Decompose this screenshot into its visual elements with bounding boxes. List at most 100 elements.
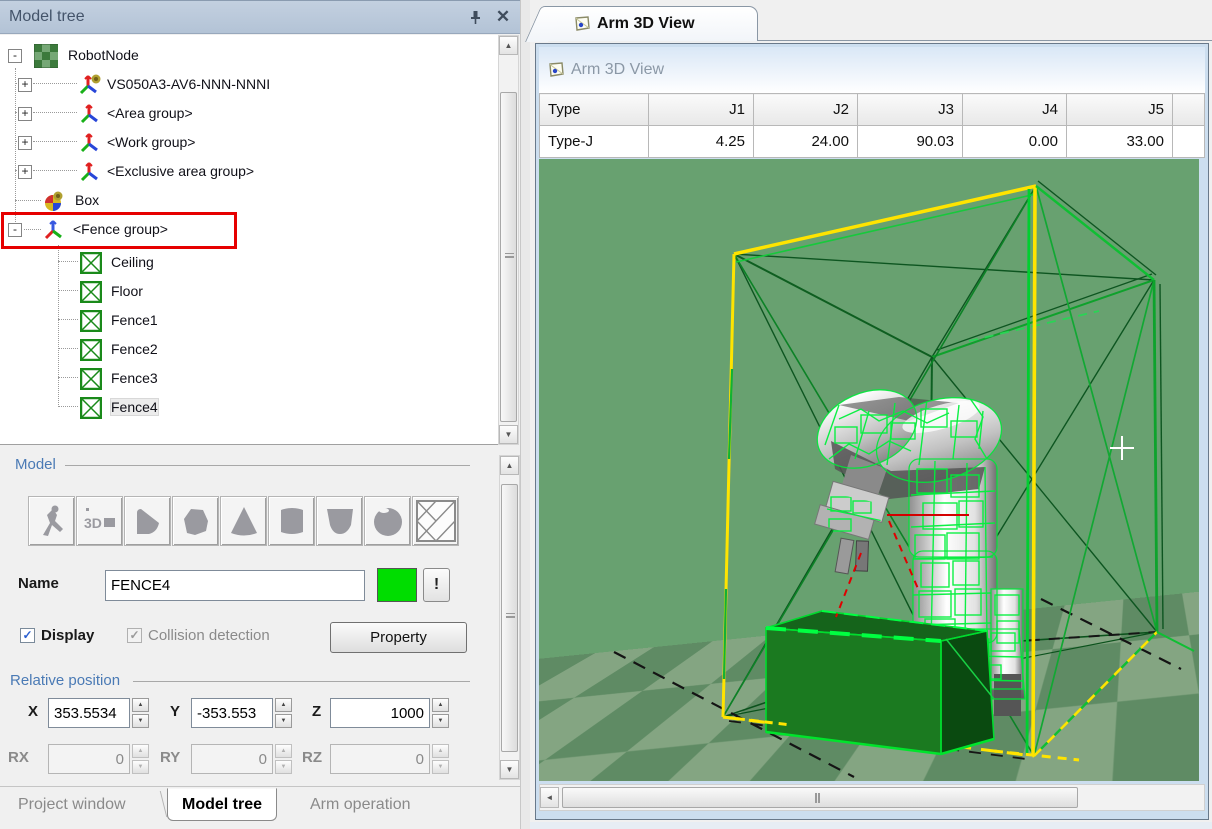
- tree-item-label[interactable]: Ceiling: [111, 254, 154, 270]
- rx-spinner: ▲▼: [132, 744, 149, 774]
- scrollbar-thumb[interactable]: [562, 787, 1078, 808]
- tab-arm-3d-view[interactable]: Arm 3D View: [546, 6, 758, 41]
- property-button[interactable]: Property: [330, 622, 467, 653]
- tree-row[interactable]: Floor: [0, 279, 498, 305]
- collision-detection-label: Collision detection: [148, 627, 270, 644]
- robot-model-button[interactable]: [28, 496, 75, 546]
- display-label: Display: [41, 627, 94, 644]
- tree-row[interactable]: - RobotNode: [0, 43, 498, 69]
- expander-expand-icon[interactable]: +: [18, 78, 32, 92]
- 3d-viewport[interactable]: [539, 159, 1199, 781]
- y-input[interactable]: [191, 698, 273, 728]
- tree-row[interactable]: Ceiling: [0, 250, 498, 276]
- tree-row[interactable]: Box: [0, 188, 498, 214]
- scroll-up-button[interactable]: ▲: [500, 456, 519, 475]
- z-spinner[interactable]: ▲▼: [432, 698, 449, 728]
- fence-model-button[interactable]: [412, 496, 459, 546]
- expander-collapse-icon[interactable]: -: [8, 49, 22, 63]
- model-color-swatch[interactable]: [377, 568, 417, 602]
- fence-panel-icon: [79, 251, 103, 275]
- robot-axis-icon: [78, 73, 102, 97]
- y-spinner[interactable]: ▲▼: [275, 698, 292, 728]
- tab-arm-operation[interactable]: Arm operation: [296, 788, 425, 821]
- scroll-down-button[interactable]: ▼: [499, 425, 518, 444]
- tree-row[interactable]: + <Work group>: [0, 130, 498, 156]
- panel-splitter[interactable]: [520, 0, 530, 829]
- 3d-import-button[interactable]: 3D: [76, 496, 123, 546]
- fence-panel-icon: [79, 367, 103, 391]
- expander-expand-icon[interactable]: +: [18, 107, 32, 121]
- tree-item-label[interactable]: Fence3: [111, 370, 158, 386]
- tree-item-label[interactable]: <Work group>: [107, 134, 195, 150]
- cell-j4: 0.00: [963, 126, 1067, 158]
- tab-project-window[interactable]: Project window: [4, 788, 140, 821]
- scroll-left-button[interactable]: ◄: [540, 787, 559, 808]
- x-input[interactable]: [48, 698, 130, 728]
- name-input[interactable]: [105, 570, 365, 601]
- tree-item-label[interactable]: Fence2: [111, 341, 158, 357]
- ry-spinner: ▲▼: [275, 744, 292, 774]
- tree-item-label-selected[interactable]: Fence4: [111, 399, 158, 415]
- tree-row[interactable]: + <Exclusive area group>: [0, 159, 498, 185]
- cell-extra: [1173, 126, 1205, 158]
- pot-model-button[interactable]: [316, 496, 363, 546]
- expander-expand-icon[interactable]: +: [18, 136, 32, 150]
- tree-item-label[interactable]: <Exclusive area group>: [107, 163, 254, 179]
- cell-j3: 90.03: [858, 126, 963, 158]
- panel-title-bar: Model tree ✕: [0, 0, 520, 34]
- y-label: Y: [170, 703, 180, 720]
- model-tree-panel: Model tree ✕: [0, 0, 520, 829]
- scrollbar-thumb[interactable]: [500, 92, 517, 422]
- tree-row[interactable]: + <Area group>: [0, 101, 498, 127]
- col-j1: J1: [649, 94, 754, 126]
- z-label: Z: [312, 703, 321, 720]
- close-icon[interactable]: ✕: [492, 6, 514, 28]
- model-tree: - RobotNode + VS050A3-AV6-NNN-NNNI + <Ar…: [0, 35, 498, 445]
- expander-expand-icon[interactable]: +: [18, 165, 32, 179]
- rz-input: [330, 744, 430, 774]
- viewport-hscrollbar[interactable]: ◄: [539, 784, 1205, 811]
- display-checkbox[interactable]: ✓: [20, 628, 35, 643]
- window-title: Arm 3D View: [571, 61, 664, 79]
- scrollbar-thumb[interactable]: [501, 484, 518, 752]
- fence-panel-icon: [79, 396, 103, 420]
- cell-j2: 24.00: [754, 126, 858, 158]
- tab-model-tree[interactable]: Model tree: [167, 788, 277, 821]
- model-section-scrollbar[interactable]: ▲ ▼: [499, 455, 520, 780]
- warning-button[interactable]: !: [423, 568, 450, 602]
- window-title-bar[interactable]: Arm 3D View: [539, 47, 1205, 93]
- 3d-view-icon: [547, 61, 565, 79]
- 3d-scene: [539, 159, 1199, 781]
- rx-label: RX: [8, 749, 29, 766]
- scroll-down-button[interactable]: ▼: [500, 760, 519, 779]
- pin-icon[interactable]: [464, 6, 486, 28]
- collision-box: [766, 611, 994, 754]
- tree-item-label[interactable]: <Area group>: [107, 105, 193, 121]
- col-j4: J4: [963, 94, 1067, 126]
- tree-item-label[interactable]: Box: [75, 192, 99, 208]
- tree-row[interactable]: Fence4: [0, 395, 498, 421]
- tree-row[interactable]: Fence1: [0, 308, 498, 334]
- tree-row[interactable]: Fence2: [0, 337, 498, 363]
- scroll-up-button[interactable]: ▲: [499, 36, 518, 55]
- 3d-view-icon: [573, 15, 591, 33]
- model-section-title: Model: [15, 456, 56, 473]
- cylinder-model-button[interactable]: [268, 496, 315, 546]
- tree-item-label[interactable]: RobotNode: [68, 47, 139, 63]
- tree-item-label[interactable]: VS050A3-AV6-NNN-NNNI: [107, 76, 270, 92]
- tree-scrollbar[interactable]: ▲ ▼: [498, 35, 519, 445]
- polyhedron-model-button[interactable]: [172, 496, 219, 546]
- z-input[interactable]: [330, 698, 430, 728]
- tree-item-label[interactable]: Fence1: [111, 312, 158, 328]
- x-spinner[interactable]: ▲▼: [132, 698, 149, 728]
- joint-value-table: Type J1 J2 J3 J4 J5 Type-J 4.25 24.00 90…: [539, 93, 1205, 158]
- wedge-model-button[interactable]: [124, 496, 171, 546]
- tree-item-label[interactable]: Floor: [111, 283, 143, 299]
- tree-row[interactable]: + VS050A3-AV6-NNN-NNNI: [0, 72, 498, 98]
- sphere-model-button[interactable]: [364, 496, 411, 546]
- cone-model-button[interactable]: [220, 496, 267, 546]
- tab-label: Arm 3D View: [597, 15, 695, 33]
- axis-triad-icon: [78, 102, 102, 126]
- tree-row[interactable]: Fence3: [0, 366, 498, 392]
- table-data-row: Type-J 4.25 24.00 90.03 0.00 33.00: [540, 126, 1205, 158]
